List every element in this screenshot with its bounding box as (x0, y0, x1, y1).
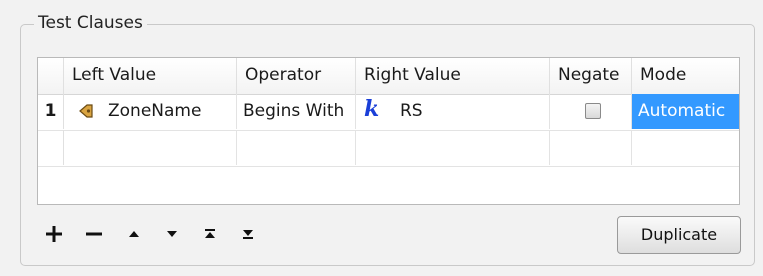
row-number-empty[interactable] (38, 130, 64, 165)
remove-button[interactable] (80, 219, 108, 249)
empty-cell[interactable] (632, 130, 739, 165)
empty-cell[interactable] (356, 130, 550, 165)
minus-icon (86, 232, 102, 236)
duplicate-button[interactable]: Duplicate (617, 216, 741, 254)
negate-cell (550, 94, 632, 129)
move-to-bottom-icon (243, 230, 253, 239)
move-to-bottom-button[interactable] (234, 219, 262, 249)
column-header-mode[interactable]: Mode (632, 58, 739, 94)
plus-icon (46, 226, 62, 242)
column-header-right-value[interactable]: Right Value (356, 58, 550, 94)
right-value-cell[interactable]: k RS (356, 94, 550, 129)
negate-checkbox[interactable] (585, 103, 601, 119)
column-header-negate[interactable]: Negate (550, 58, 632, 94)
empty-cell[interactable] (550, 130, 632, 165)
triangle-down-icon (167, 231, 177, 237)
move-to-top-icon (205, 229, 215, 238)
right-value-text: RS (400, 101, 423, 121)
test-clauses-table: Left Value Operator Right Value Negate M… (37, 57, 740, 205)
left-value-cell[interactable]: ZoneName (64, 94, 237, 129)
row-header-corner (38, 58, 64, 94)
table-row[interactable]: 1 ZoneName Begins With k RS Automatic (38, 94, 739, 131)
table-row-empty[interactable] (38, 130, 739, 167)
operator-cell[interactable]: Begins With (237, 94, 356, 129)
empty-cell[interactable] (64, 130, 237, 165)
move-up-button[interactable] (120, 219, 148, 249)
clause-toolbar (40, 219, 300, 249)
mode-cell[interactable]: Automatic (632, 94, 739, 129)
constant-k-icon: k (364, 96, 380, 122)
column-header-operator[interactable]: Operator (237, 58, 356, 94)
row-number[interactable]: 1 (38, 94, 64, 129)
table-header: Left Value Operator Right Value Negate M… (38, 58, 739, 95)
move-to-top-button[interactable] (196, 219, 224, 249)
triangle-up-icon (129, 231, 139, 237)
attribute-icon (79, 104, 93, 118)
move-down-button[interactable] (158, 219, 186, 249)
column-header-left-value[interactable]: Left Value (64, 58, 237, 94)
empty-cell[interactable] (237, 130, 356, 165)
add-button[interactable] (40, 219, 68, 249)
left-value-text: ZoneName (108, 101, 202, 121)
group-title: Test Clauses (34, 13, 147, 33)
